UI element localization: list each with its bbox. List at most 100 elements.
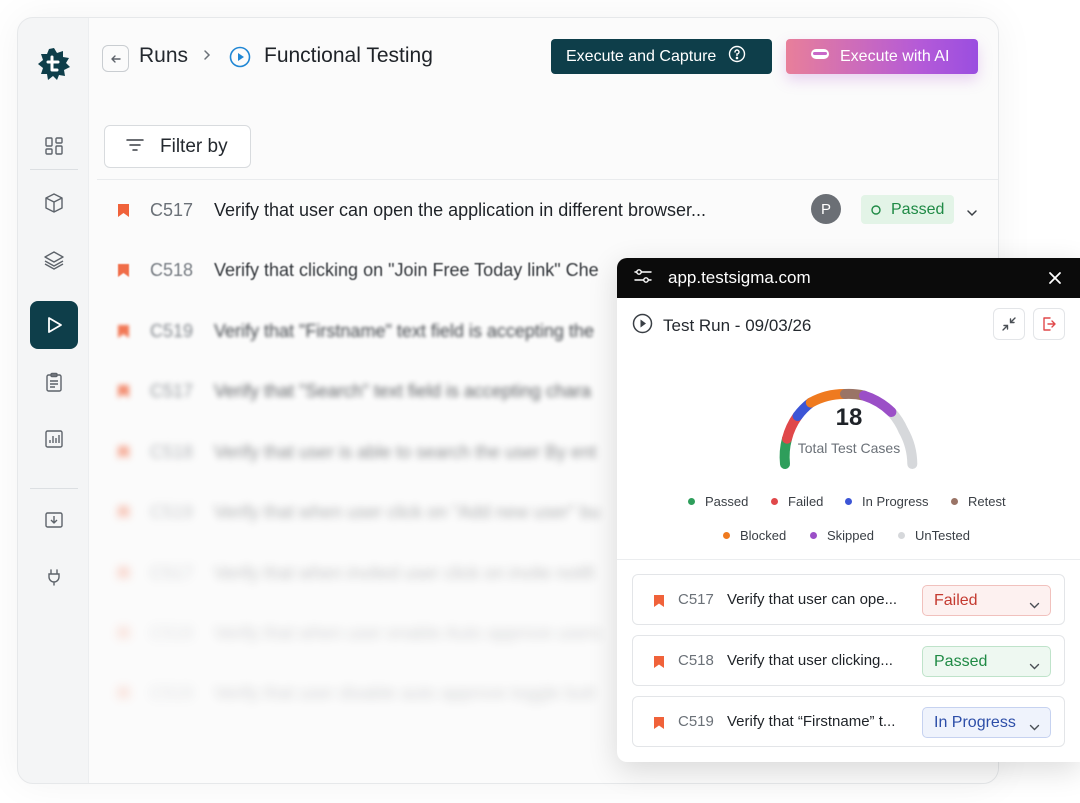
- flag-icon: [117, 505, 130, 525]
- test-title[interactable]: Verify that when user enable Auto approv…: [214, 623, 601, 644]
- test-id: C517: [150, 199, 194, 220]
- popup-run-heading: Test Run - 09/03/26: [632, 313, 811, 339]
- status-select[interactable]: In Progress: [922, 707, 1051, 738]
- help-circle-icon[interactable]: [728, 45, 746, 68]
- stage: Runs Functional Testing Execute and Capt…: [0, 0, 1080, 803]
- back-button[interactable]: [102, 45, 129, 72]
- play-circle-icon: [229, 46, 251, 73]
- test-title[interactable]: Verify that user disable auto approve to…: [214, 683, 595, 704]
- ai-glasses-icon: [810, 46, 830, 67]
- flag-icon: [117, 566, 130, 586]
- gauge-segment-blocked: [805, 388, 850, 408]
- legend-dot: [771, 498, 778, 505]
- layers-icon[interactable]: [30, 236, 78, 284]
- status-label: In Progress: [934, 713, 1016, 731]
- total-count: 18: [835, 404, 863, 431]
- test-id: C519: [150, 320, 194, 341]
- status-select[interactable]: Failed: [922, 585, 1051, 616]
- test-title[interactable]: Verify that user can open the applicatio…: [214, 200, 706, 221]
- case-id: C517: [678, 591, 714, 608]
- filter-button[interactable]: Filter by: [104, 125, 251, 168]
- nav-divider: [30, 169, 78, 170]
- legend-blocked: Blocked: [723, 528, 786, 543]
- case-id: C519: [678, 713, 714, 730]
- test-id: C518: [150, 259, 194, 280]
- nav-divider: [30, 488, 78, 489]
- flag-icon: [117, 324, 130, 344]
- report-chart-icon[interactable]: [30, 415, 78, 463]
- execute-with-ai-button[interactable]: Execute with AI: [786, 39, 978, 74]
- chevron-down-icon[interactable]: [966, 204, 978, 222]
- plug-icon[interactable]: [30, 553, 78, 601]
- chevron-down-icon: [1029, 596, 1040, 614]
- test-title[interactable]: Verify that when user click on "Add new …: [214, 502, 600, 523]
- test-id: C517: [150, 562, 194, 583]
- close-icon[interactable]: [1047, 270, 1063, 291]
- chevron-right-icon: [202, 48, 212, 67]
- test-title[interactable]: Verify that clicking on "Join Free Today…: [214, 260, 599, 281]
- status-select[interactable]: Passed: [922, 646, 1051, 677]
- test-title[interactable]: Verify that "Search" text field is accep…: [214, 381, 591, 402]
- case-title: Verify that user clicking...: [727, 652, 893, 669]
- test-title[interactable]: Verify that when invited user click on i…: [214, 563, 594, 584]
- legend-label: Passed: [705, 494, 749, 509]
- legend-failed: Failed: [771, 494, 823, 509]
- filter-label: Filter by: [160, 135, 228, 157]
- flag-icon: [117, 384, 130, 404]
- breadcrumb-runs[interactable]: Runs: [139, 44, 188, 68]
- test-title[interactable]: Verify that "Firstname" text field is ac…: [214, 321, 594, 342]
- popup-url: app.testsigma.com: [668, 268, 811, 287]
- legend-label: Skipped: [827, 528, 874, 543]
- popup-case-card[interactable]: C518 Verify that user clicking... Passed: [632, 635, 1065, 686]
- test-id: C519: [150, 501, 194, 522]
- flag-icon: [653, 594, 665, 613]
- test-row[interactable]: C517 Verify that user can open the appli…: [97, 180, 998, 240]
- exit-button[interactable]: [1033, 308, 1065, 340]
- filter-lines-icon: [126, 136, 144, 158]
- execute-and-capture-button[interactable]: Execute and Capture: [551, 39, 772, 74]
- legend-dot: [688, 498, 695, 505]
- legend-dot: [898, 532, 905, 539]
- total-label: Total Test Cases: [797, 440, 901, 456]
- cube-icon[interactable]: [30, 179, 78, 227]
- test-title[interactable]: Verify that user is able to search the u…: [214, 442, 596, 463]
- flag-icon: [117, 203, 130, 223]
- logout-icon: [1043, 317, 1056, 331]
- legend-label: Retest: [968, 494, 1006, 509]
- testsigma-popup: app.testsigma.com Test Run - 09/03/26 18…: [617, 258, 1080, 762]
- legend-passed: Passed: [688, 494, 748, 509]
- avatar[interactable]: P: [811, 194, 841, 224]
- legend-label: Failed: [788, 494, 824, 509]
- page-title: Functional Testing: [264, 44, 433, 67]
- case-title: Verify that user can ope...: [727, 591, 898, 608]
- run-title: Test Run - 09/03/26: [663, 316, 812, 335]
- status-badge[interactable]: Passed: [861, 195, 954, 224]
- minimize-button[interactable]: [993, 308, 1025, 340]
- flag-icon: [117, 263, 130, 283]
- status-circle-icon: [871, 204, 881, 215]
- flag-icon: [117, 686, 130, 706]
- legend-label: UnTested: [915, 528, 970, 543]
- download-icon[interactable]: [30, 496, 78, 544]
- runs-play-icon[interactable]: [30, 301, 78, 349]
- flag-icon: [117, 626, 130, 646]
- popup-header: app.testsigma.com: [617, 258, 1080, 298]
- test-id: C518: [150, 441, 194, 462]
- testsigma-logo-icon[interactable]: [36, 46, 72, 82]
- status-label: Failed: [934, 591, 978, 609]
- popup-case-card[interactable]: C519 Verify that “Firstname” t... In Pro…: [632, 696, 1065, 747]
- chevron-down-icon: [1029, 657, 1040, 675]
- popup-case-card[interactable]: C517 Verify that user can ope... Failed: [632, 574, 1065, 625]
- status-label: Passed: [891, 200, 945, 218]
- chevron-down-icon: [1029, 718, 1040, 736]
- test-id: C519: [150, 682, 194, 703]
- dashboard-icon[interactable]: [30, 122, 78, 170]
- legend-untested: UnTested: [898, 528, 970, 543]
- sliders-icon[interactable]: [634, 268, 652, 289]
- clipboard-icon[interactable]: [30, 358, 78, 406]
- flag-icon: [653, 716, 665, 735]
- flag-icon: [117, 445, 130, 465]
- play-circle-icon: [632, 313, 653, 339]
- test-id: C518: [150, 622, 194, 643]
- legend-label: Blocked: [740, 528, 787, 543]
